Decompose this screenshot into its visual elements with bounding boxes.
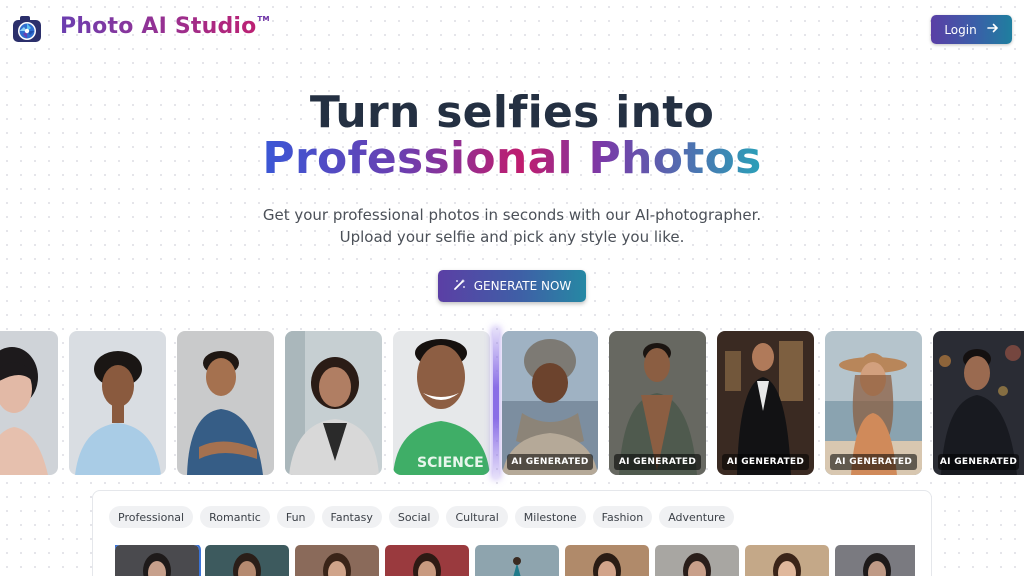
style-thumbnail[interactable]: [565, 545, 649, 576]
category-tag-professional[interactable]: Professional: [109, 506, 194, 528]
category-tag-romantic[interactable]: Romantic: [200, 506, 270, 528]
category-tag-fashion[interactable]: Fashion: [592, 506, 653, 528]
camera-aperture-icon[interactable]: [11, 14, 43, 44]
generate-now-label: GENERATE NOW: [473, 279, 572, 293]
category-tag-fantasy[interactable]: Fantasy: [321, 506, 382, 528]
login-button[interactable]: Login: [931, 15, 1012, 44]
ai-generated-card: AI GENERATED: [933, 331, 1024, 475]
ai-generated-badge: AI GENERATED: [938, 454, 1019, 470]
ai-generated-card: AI GENERATED: [609, 331, 706, 475]
selfie-card: SCIENCE: [393, 331, 490, 475]
brand-text: Photo AI Studio: [60, 14, 257, 39]
svg-text:SCIENCE: SCIENCE: [417, 455, 484, 471]
ai-generated-card: AI GENERATED: [502, 331, 598, 475]
magic-wand-icon: [453, 278, 466, 294]
hero-subtitle-line1: Get your professional photos in seconds …: [262, 206, 762, 224]
showcase-strip: SCIENCE AI GENERATED AI GENERATED AI GEN…: [0, 327, 1024, 479]
style-thumbnail[interactable]: [295, 545, 379, 576]
arrow-right-icon: [986, 22, 999, 37]
selfie-card: [0, 331, 58, 475]
category-tag-adventure[interactable]: Adventure: [659, 506, 735, 528]
comparison-divider-handle[interactable]: [493, 327, 499, 479]
header: Photo AI StudioTM Login: [0, 0, 1024, 60]
hero-title-line2: Professional Photos: [0, 133, 1024, 184]
selfie-card: [69, 331, 166, 475]
style-thumbnail[interactable]: [835, 545, 915, 576]
style-category-panel: Professional Romantic Fun Fantasy Social…: [92, 490, 932, 576]
selfie-card: [177, 331, 274, 475]
style-thumbnail[interactable]: [385, 545, 469, 576]
ai-generated-badge: AI GENERATED: [722, 454, 809, 470]
ai-generated-badge: AI GENERATED: [507, 454, 593, 470]
category-tag-list: Professional Romantic Fun Fantasy Social…: [109, 506, 735, 528]
style-thumbnail[interactable]: [655, 545, 739, 576]
ai-generated-card: AI GENERATED: [717, 331, 814, 475]
hero-subtitle-line2: Upload your selfie and pick any style yo…: [339, 228, 685, 246]
style-thumbnail[interactable]: [475, 545, 559, 576]
style-thumbnail[interactable]: [115, 545, 201, 576]
category-tag-cultural[interactable]: Cultural: [446, 506, 508, 528]
trademark: TM: [257, 15, 270, 23]
ai-generated-badge: AI GENERATED: [830, 454, 917, 470]
category-tag-social[interactable]: Social: [388, 506, 440, 528]
login-label: Login: [944, 22, 977, 37]
ai-generated-badge: AI GENERATED: [614, 454, 701, 470]
style-thumbnail[interactable]: [745, 545, 829, 576]
category-tag-milestone[interactable]: Milestone: [514, 506, 586, 528]
hero-title-gradient: Professional Photos: [262, 133, 762, 184]
hero-title-line1: Turn selfies into: [309, 87, 715, 138]
style-thumbnail-row: [115, 545, 915, 576]
brand-name[interactable]: Photo AI StudioTM: [60, 14, 270, 39]
ai-generated-card: AI GENERATED: [825, 331, 922, 475]
generate-now-button[interactable]: GENERATE NOW: [438, 270, 586, 302]
selfie-card: [285, 331, 382, 475]
category-tag-fun[interactable]: Fun: [276, 506, 315, 528]
style-thumbnail[interactable]: [205, 545, 289, 576]
